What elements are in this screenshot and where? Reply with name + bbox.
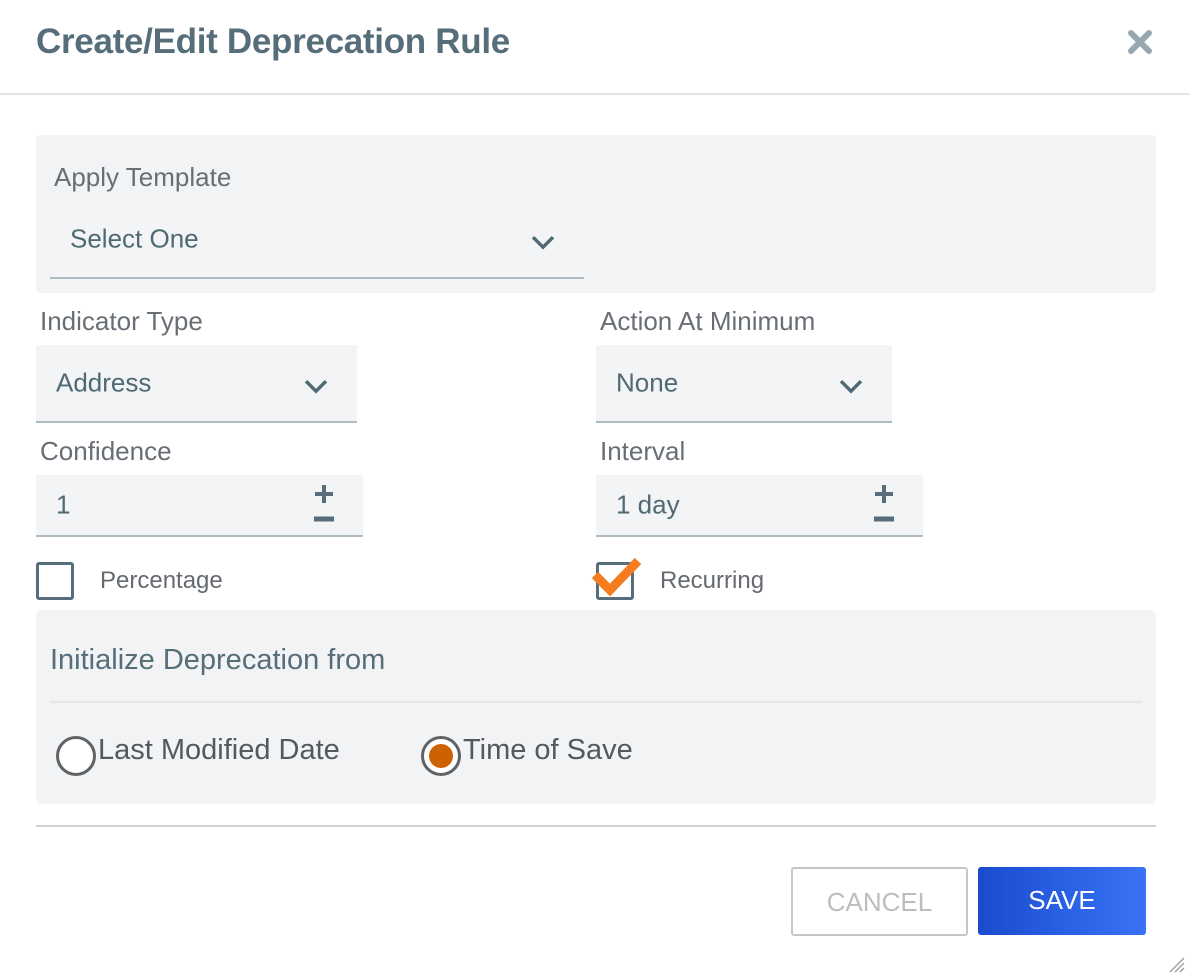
- dialog-title: Create/Edit Deprecation Rule: [36, 22, 510, 61]
- checkmark-icon: [591, 557, 642, 597]
- percentage-label: Percentage: [100, 567, 223, 594]
- radio-label-time-of-save: Time of Save: [463, 734, 633, 766]
- interval-value: 1 day: [616, 489, 680, 520]
- action-at-minimum-select[interactable]: None: [596, 345, 892, 423]
- plus-minus-icon[interactable]: [873, 483, 895, 527]
- close-button[interactable]: [1126, 28, 1154, 56]
- interval-stepper[interactable]: 1 day: [596, 475, 923, 537]
- footer-divider: [36, 825, 1156, 827]
- apply-template-value: Select One: [70, 223, 199, 254]
- plus-minus-icon[interactable]: [313, 483, 335, 527]
- indicator-type-value: Address: [56, 367, 152, 398]
- apply-template-panel: Apply Template Select One: [36, 135, 1156, 293]
- confidence-value: 1: [56, 489, 71, 520]
- confidence-stepper[interactable]: 1: [36, 475, 363, 537]
- apply-template-select[interactable]: Select One: [50, 201, 584, 279]
- divider: [50, 701, 1142, 703]
- radio-time-of-save[interactable]: [421, 736, 461, 776]
- initialize-deprecation-title: Initialize Deprecation from: [50, 644, 386, 676]
- resize-grip-icon[interactable]: [1166, 954, 1186, 974]
- apply-template-label: Apply Template: [54, 162, 232, 192]
- indicator-type-select[interactable]: Address: [36, 345, 357, 423]
- save-button[interactable]: SAVE: [978, 867, 1146, 935]
- action-at-minimum-label: Action At Minimum: [600, 306, 816, 336]
- radio-selected-dot: [429, 744, 453, 768]
- action-at-minimum-value: None: [616, 367, 679, 398]
- cancel-button[interactable]: CANCEL: [791, 867, 968, 936]
- initialize-deprecation-panel: Initialize Deprecation from Last Modifie…: [36, 610, 1156, 804]
- dialog-header: Create/Edit Deprecation Rule: [0, 0, 1190, 95]
- percentage-checkbox[interactable]: [36, 562, 74, 600]
- chevron-down-icon: [304, 379, 328, 394]
- recurring-label: Recurring: [660, 567, 765, 594]
- indicator-type-label: Indicator Type: [40, 306, 203, 336]
- close-x-icon: [1128, 30, 1152, 54]
- radio-last-modified-date[interactable]: [56, 736, 96, 776]
- chevron-down-icon: [839, 379, 863, 394]
- radio-label-last-modified-date: Last Modified Date: [98, 734, 340, 766]
- interval-label: Interval: [600, 436, 686, 466]
- confidence-label: Confidence: [40, 436, 172, 466]
- chevron-down-icon: [531, 235, 555, 250]
